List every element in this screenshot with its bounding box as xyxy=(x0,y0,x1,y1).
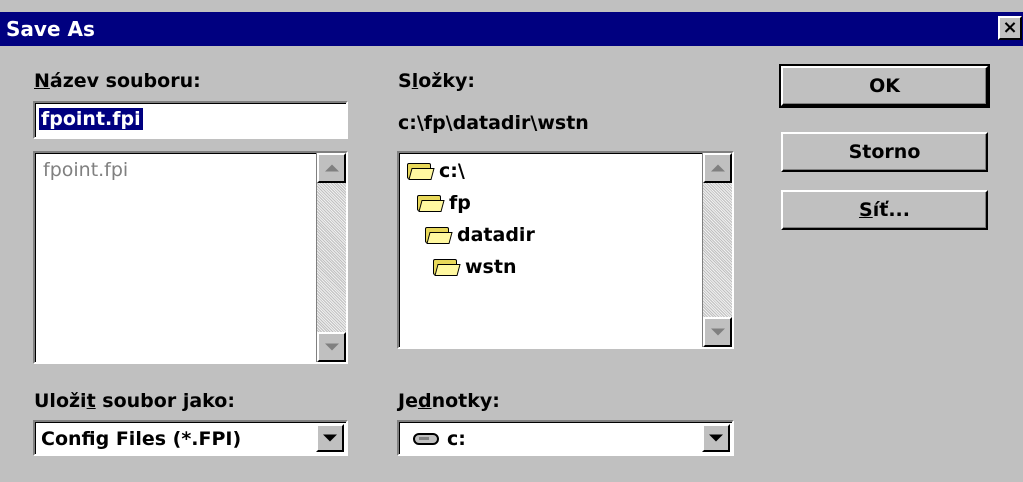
network-button[interactable]: Síť... xyxy=(781,190,988,230)
folder-list-scrollbar[interactable] xyxy=(702,153,732,347)
scroll-up-button[interactable] xyxy=(703,153,732,183)
scroll-down-button[interactable] xyxy=(317,332,346,362)
arrow-down-icon xyxy=(710,328,725,336)
hard-drive-icon xyxy=(413,433,439,445)
scroll-up-button[interactable] xyxy=(317,153,346,183)
title-bar[interactable]: Save As × xyxy=(0,12,1023,46)
chevron-down-icon xyxy=(709,434,723,442)
folder-open-icon xyxy=(433,257,461,277)
folder-open-icon xyxy=(417,193,445,213)
save-type-label: Uložit soubor jako: xyxy=(34,390,235,412)
save-as-dialog: Save As × Název souboru: fpoint.fpi fpoi… xyxy=(0,0,1023,482)
folder-item-datadir[interactable]: datadir xyxy=(425,220,535,250)
file-list-scrollbar[interactable] xyxy=(316,153,346,362)
list-item[interactable]: fpoint.fpi xyxy=(43,159,128,181)
file-list[interactable]: fpoint.fpi xyxy=(33,151,348,364)
window-title: Save As xyxy=(6,17,95,41)
folder-open-icon xyxy=(425,225,453,245)
filename-label: Název souboru: xyxy=(34,70,201,92)
save-type-select[interactable]: Config Files (*.FPI) xyxy=(33,420,348,456)
close-icon: × xyxy=(1002,17,1018,38)
folders-label: Složky: xyxy=(398,70,475,92)
folder-item-wstn[interactable]: wstn xyxy=(433,252,516,282)
drive-dropdown-button[interactable] xyxy=(702,424,730,452)
drives-label: Jednotky: xyxy=(398,390,500,412)
arrow-down-icon xyxy=(324,343,339,351)
folder-list[interactable]: c:\ fp datadir wstn xyxy=(397,151,734,349)
folder-item-root[interactable]: c:\ xyxy=(407,156,465,186)
storno-button[interactable]: Storno xyxy=(781,132,988,172)
filename-input[interactable]: fpoint.fpi xyxy=(33,101,348,139)
folder-item-fp[interactable]: fp xyxy=(417,188,471,218)
save-type-dropdown-button[interactable] xyxy=(316,424,344,452)
scroll-down-button[interactable] xyxy=(703,317,732,347)
close-button[interactable]: × xyxy=(998,16,1022,40)
save-type-value: Config Files (*.FPI) xyxy=(41,428,242,450)
drive-select[interactable]: c: xyxy=(397,420,734,456)
drive-value: c: xyxy=(447,428,466,450)
arrow-up-icon xyxy=(710,164,725,172)
current-path: c:\fp\datadir\wstn xyxy=(398,112,589,134)
ok-button[interactable]: OK xyxy=(779,64,990,108)
filename-value: fpoint.fpi xyxy=(39,108,143,130)
arrow-up-icon xyxy=(324,164,339,172)
folder-open-icon xyxy=(407,161,435,181)
chevron-down-icon xyxy=(323,434,337,442)
